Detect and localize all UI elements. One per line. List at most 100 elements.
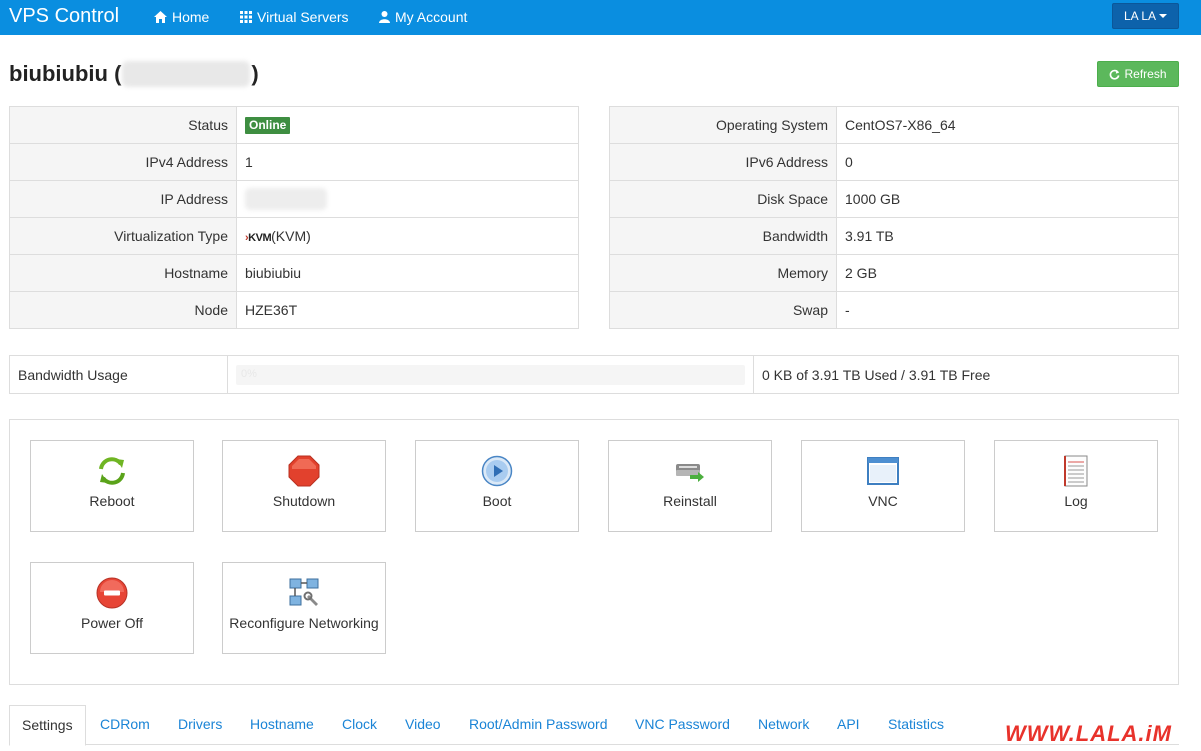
info-value: 1000 GB	[836, 180, 1179, 218]
bandwidth-progress-bar: 0%	[236, 364, 745, 385]
power-off-button[interactable]: Power Off	[30, 562, 194, 654]
info-row-ip: IP Address	[9, 180, 579, 218]
log-label: Log	[1064, 493, 1088, 509]
bandwidth-usage-label: Bandwidth Usage	[9, 355, 228, 394]
info-row-os: Operating System CentOS7-X86_64	[609, 106, 1179, 144]
info-label: Status	[9, 106, 237, 144]
refresh-icon	[1110, 69, 1120, 80]
info-label: Swap	[609, 291, 837, 329]
home-icon	[154, 11, 167, 23]
boot-icon	[481, 455, 513, 487]
resource-info-table: Operating System CentOS7-X86_64 IPv6 Add…	[609, 106, 1179, 329]
tab-settings[interactable]: Settings	[9, 705, 86, 746]
user-icon	[379, 11, 390, 23]
shutdown-label: Shutdown	[272, 493, 336, 509]
boot-label: Boot	[482, 493, 512, 509]
info-value: HZE36T	[236, 291, 579, 329]
info-value: 0	[836, 143, 1179, 181]
top-navbar: VPS Control Home Virtual Servers My Acco…	[0, 0, 1201, 35]
tab-clock[interactable]: Clock	[342, 716, 377, 732]
info-label: IPv4 Address	[9, 143, 237, 181]
info-value: 2 GB	[836, 254, 1179, 292]
kvm-logo-text: KVM	[248, 232, 272, 244]
info-row-memory: Memory 2 GB	[609, 254, 1179, 292]
info-row-bandwidth: Bandwidth 3.91 TB	[609, 217, 1179, 255]
nav-virtual-servers[interactable]: Virtual Servers	[240, 9, 349, 25]
power-off-icon	[96, 577, 128, 609]
bandwidth-usage-table: Bandwidth Usage 0% 0 KB of 3.91 TB Used …	[9, 355, 1179, 394]
info-row-hostname: Hostname biubiubiu	[9, 254, 579, 292]
log-icon	[1060, 455, 1092, 487]
tab-api[interactable]: API	[837, 716, 860, 732]
user-menu-label: LA LA	[1123, 9, 1157, 23]
info-label: Node	[9, 291, 237, 329]
info-label: Operating System	[609, 106, 837, 144]
info-value: 1	[236, 143, 579, 181]
info-label: Hostname	[9, 254, 237, 292]
bandwidth-summary: 0 KB of 3.91 TB Used / 3.91 TB Free	[753, 355, 1179, 394]
bandwidth-progress-cell: 0%	[227, 355, 754, 394]
vnc-button[interactable]: VNC	[801, 440, 965, 532]
info-row-ipv6: IPv6 Address 0	[609, 143, 1179, 181]
info-value: -	[836, 291, 1179, 329]
info-label: Bandwidth	[609, 217, 837, 255]
shutdown-button[interactable]: Shutdown	[222, 440, 386, 532]
tab-network[interactable]: Network	[758, 716, 809, 732]
info-value	[236, 180, 579, 218]
refresh-label: Refresh	[1124, 67, 1167, 81]
info-label: Virtualization Type	[9, 217, 237, 255]
info-label: Disk Space	[609, 180, 837, 218]
kvm-logo: ›KVM	[245, 232, 272, 244]
action-panel: Reboot Shutdown Boot Reinstall VNC Log P…	[9, 419, 1179, 685]
tab-video[interactable]: Video	[405, 716, 441, 732]
info-row-virtualization: Virtualization Type ›KVM(KVM)	[9, 217, 579, 255]
reconfigure-networking-label: Reconfigure Networking	[229, 615, 379, 631]
server-info-table: Status Online IPv4 Address 1 IP Address …	[9, 106, 579, 329]
power-off-label: Power Off	[81, 615, 143, 631]
nav-home[interactable]: Home	[154, 9, 209, 25]
reconfigure-networking-button[interactable]: Reconfigure Networking	[222, 562, 386, 654]
grid-icon	[240, 11, 252, 23]
tab-vnc-password[interactable]: VNC Password	[635, 716, 730, 732]
reinstall-icon	[674, 455, 706, 487]
shutdown-icon	[288, 455, 320, 487]
reboot-label: Reboot	[89, 493, 135, 509]
info-row-node: Node HZE36T	[9, 291, 579, 329]
reinstall-button[interactable]: Reinstall	[608, 440, 772, 532]
reboot-button[interactable]: Reboot	[30, 440, 194, 532]
vnc-label: VNC	[868, 493, 898, 509]
user-menu-dropdown[interactable]: LA LA	[1112, 3, 1179, 29]
info-row-ipv4: IPv4 Address 1	[9, 143, 579, 181]
tab-drivers[interactable]: Drivers	[178, 716, 222, 732]
info-row-disk: Disk Space 1000 GB	[609, 180, 1179, 218]
info-value: 3.91 TB	[836, 217, 1179, 255]
tab-hostname[interactable]: Hostname	[250, 716, 314, 732]
info-label: IPv6 Address	[609, 143, 837, 181]
boot-button[interactable]: Boot	[415, 440, 579, 532]
nav-home-label: Home	[172, 9, 210, 25]
info-value: CentOS7-X86_64	[836, 106, 1179, 144]
info-row-swap: Swap -	[609, 291, 1179, 329]
info-label: IP Address	[9, 180, 237, 218]
info-row-status: Status Online	[9, 106, 579, 144]
status-badge: Online	[245, 117, 291, 134]
refresh-button[interactable]: Refresh	[1097, 61, 1179, 87]
page-title: biubiubiu ( )	[9, 61, 259, 87]
redacted-ip-field	[245, 188, 327, 210]
virtualization-type-value: (KVM)	[271, 228, 311, 244]
info-label: Memory	[609, 254, 837, 292]
info-value: ›KVM(KVM)	[236, 217, 579, 255]
brand-logo[interactable]: VPS Control	[9, 5, 119, 28]
page-title-hostname: biubiubiu (	[9, 61, 122, 86]
vnc-icon	[867, 455, 899, 487]
tab-cdrom[interactable]: CDRom	[100, 716, 150, 732]
settings-tabs: Settings CDRom Drivers Hostname Clock Vi…	[9, 705, 1179, 746]
nav-my-account-label: My Account	[395, 9, 468, 25]
watermark: WWW.LALA.iM	[1005, 721, 1172, 746]
page-title-suffix: )	[251, 61, 259, 86]
nav-my-account[interactable]: My Account	[379, 9, 467, 25]
info-value: biubiubiu	[236, 254, 579, 292]
tab-root-admin-password[interactable]: Root/Admin Password	[469, 716, 608, 732]
log-button[interactable]: Log	[994, 440, 1158, 532]
tab-statistics[interactable]: Statistics	[888, 716, 944, 732]
